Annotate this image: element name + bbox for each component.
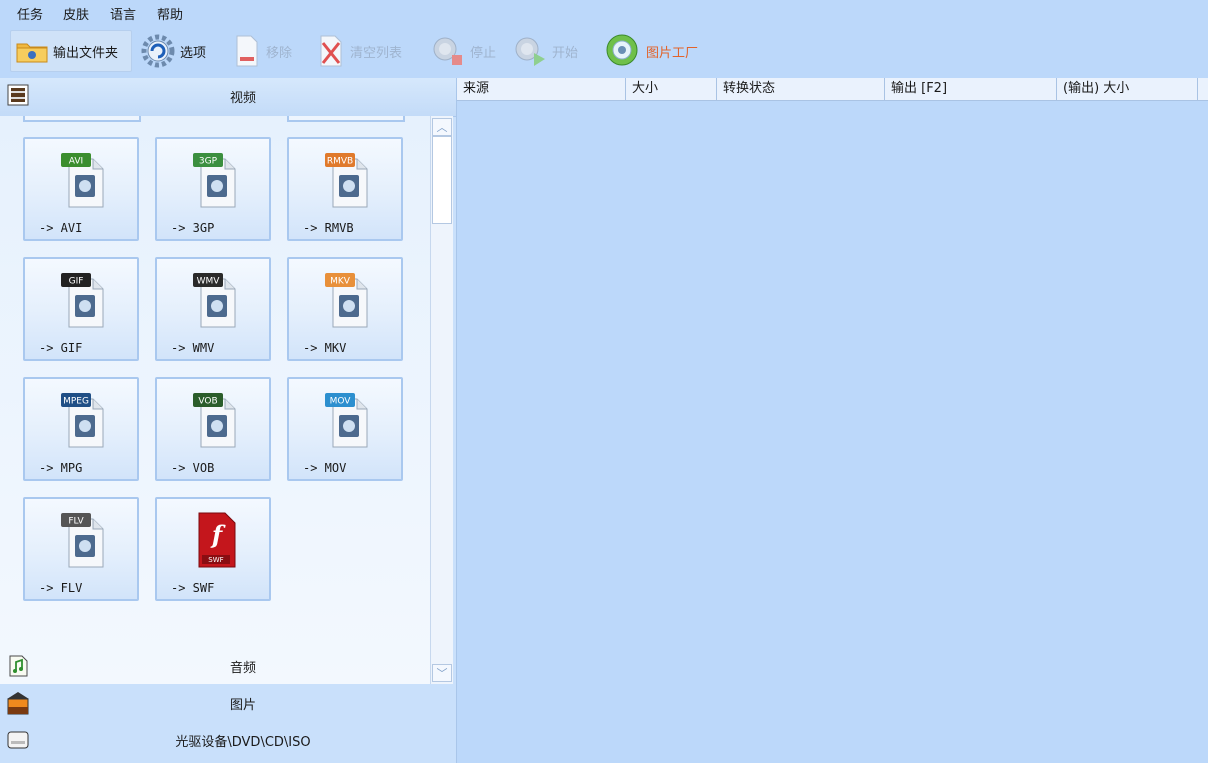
stop-icon xyxy=(433,37,462,65)
column-source[interactable]: 来源 xyxy=(457,78,626,100)
remove-button[interactable]: 移除 xyxy=(228,30,300,72)
svg-text:MPEG: MPEG xyxy=(63,397,89,407)
toolbar: 输出文件夹 选项 移除 清空列表 停止 开始 图片工厂 xyxy=(0,26,1208,76)
picture-factory-label: 图片工厂 xyxy=(646,45,699,61)
format-grid: AVI -> AVI 3GP -> 3GP RMVB -> RMVB GIF -… xyxy=(0,116,430,684)
column-output-size[interactable]: (输出) 大小 xyxy=(1057,78,1198,100)
stop-button[interactable]: 停止 xyxy=(426,30,502,72)
format-tile-gif[interactable]: GIF -> GIF xyxy=(23,257,139,361)
format-label: -> MPG xyxy=(39,461,83,475)
options-button[interactable]: 选项 xyxy=(136,30,214,72)
avi-file-icon: AVI xyxy=(61,153,104,208)
table-header: 来源 大小 转换状态 输出 [F2] (输出) 大小 xyxy=(457,78,1208,101)
format-label: -> MOV xyxy=(303,461,347,475)
picture-factory-icon xyxy=(606,34,638,66)
video-category-icon xyxy=(7,84,29,106)
stop-label: 停止 xyxy=(470,45,497,61)
format-label: -> VOB xyxy=(171,461,215,475)
category-video[interactable]: 视频 xyxy=(0,78,456,117)
format-panel: 视频 AVI -> AVI 3GP -> 3GP RMVB -> RMVB GI… xyxy=(0,78,457,763)
format-tile-rmvb[interactable]: RMVB -> RMVB xyxy=(287,137,403,241)
format-tile-mpeg[interactable]: MPEG -> MPG xyxy=(23,377,139,481)
category-optical[interactable]: 光驱设备\DVD\CD\ISO xyxy=(0,722,456,758)
swf-file-icon: f SWF xyxy=(198,512,236,568)
menu-skin[interactable]: 皮肤 xyxy=(63,4,89,23)
mkv-file-icon: MKV xyxy=(325,273,368,328)
optical-drive-icon xyxy=(7,731,29,749)
column-status[interactable]: 转换状态 xyxy=(717,78,885,100)
format-tile-avi[interactable]: AVI -> AVI xyxy=(23,137,139,241)
folder-icon xyxy=(16,43,48,63)
mpeg-file-icon: MPEG xyxy=(61,393,104,448)
svg-text:MKV: MKV xyxy=(330,277,351,287)
format-scrollbar[interactable]: ︿ ﹀ xyxy=(430,116,453,684)
menu-task[interactable]: 任务 xyxy=(17,4,43,23)
menu-help[interactable]: 帮助 xyxy=(157,4,183,23)
format-label: -> AVI xyxy=(39,221,83,235)
svg-text:MOV: MOV xyxy=(330,397,352,407)
gear-icon xyxy=(141,34,175,68)
format-label: -> FLV xyxy=(39,581,83,595)
options-label: 选项 xyxy=(180,45,207,61)
start-label: 开始 xyxy=(552,45,579,61)
format-label: -> RMVB xyxy=(303,221,354,235)
format-label: -> 3GP xyxy=(171,221,215,235)
menu-bar: 任务 皮肤 语言 帮助 xyxy=(0,0,1208,26)
3gp-file-icon: 3GP xyxy=(193,153,236,208)
format-label: -> GIF xyxy=(39,341,83,355)
partial-tile xyxy=(287,116,405,122)
start-icon xyxy=(515,37,545,66)
output-folder-button[interactable]: 输出文件夹 xyxy=(10,30,132,72)
format-tile-3gp[interactable]: 3GP -> 3GP xyxy=(155,137,271,241)
svg-text:VOB: VOB xyxy=(198,397,217,407)
partial-tile xyxy=(23,116,141,122)
wmv-file-icon: WMV xyxy=(193,273,236,328)
rmvb-file-icon: RMVB xyxy=(325,153,368,208)
category-audio-label: 音频 xyxy=(229,661,256,676)
clear-list-icon xyxy=(320,35,342,67)
column-size[interactable]: 大小 xyxy=(626,78,717,100)
svg-text:3GP: 3GP xyxy=(199,157,218,167)
start-button[interactable]: 开始 xyxy=(508,30,586,72)
music-note-icon xyxy=(9,655,28,677)
clear-list-button[interactable]: 清空列表 xyxy=(312,30,412,72)
category-image-label: 图片 xyxy=(229,698,256,713)
flv-file-icon: FLV xyxy=(61,513,104,568)
svg-text:GIF: GIF xyxy=(69,277,84,287)
task-list: 来源 大小 转换状态 输出 [F2] (输出) 大小 xyxy=(457,78,1208,763)
gif-file-icon: GIF xyxy=(61,273,104,328)
format-label: -> WMV xyxy=(171,341,215,355)
svg-text:RMVB: RMVB xyxy=(327,157,353,167)
svg-text:AVI: AVI xyxy=(69,157,83,167)
clear-list-label: 清空列表 xyxy=(350,45,403,61)
format-tile-wmv[interactable]: WMV -> WMV xyxy=(155,257,271,361)
format-label: -> MKV xyxy=(303,341,347,355)
format-tile-mov[interactable]: MOV -> MOV xyxy=(287,377,403,481)
output-folder-label: 输出文件夹 xyxy=(53,45,119,61)
category-optical-label: 光驱设备\DVD\CD\ISO xyxy=(175,735,311,750)
column-output[interactable]: 输出 [F2] xyxy=(885,78,1057,100)
category-audio[interactable]: 音频 xyxy=(0,648,456,684)
format-tile-vob[interactable]: VOB -> VOB xyxy=(155,377,271,481)
category-image[interactable]: 图片 xyxy=(0,685,456,721)
vob-file-icon: VOB xyxy=(193,393,236,448)
menu-language[interactable]: 语言 xyxy=(110,4,136,23)
picture-icon xyxy=(7,692,29,715)
svg-text:WMV: WMV xyxy=(197,277,221,287)
format-tile-swf[interactable]: f SWF -> SWF xyxy=(155,497,271,601)
remove-icon xyxy=(236,35,258,67)
format-tile-mkv[interactable]: MKV -> MKV xyxy=(287,257,403,361)
category-video-label: 视频 xyxy=(229,91,256,106)
scroll-up-button[interactable]: ︿ xyxy=(432,118,452,136)
svg-text:SWF: SWF xyxy=(208,556,223,564)
picture-factory-button[interactable]: 图片工厂 xyxy=(598,30,708,72)
remove-label: 移除 xyxy=(266,45,293,61)
format-label: -> SWF xyxy=(171,581,215,595)
scroll-thumb[interactable] xyxy=(432,136,452,224)
svg-text:FLV: FLV xyxy=(68,517,84,527)
format-tile-flv[interactable]: FLV -> FLV xyxy=(23,497,139,601)
mov-file-icon: MOV xyxy=(325,393,368,448)
